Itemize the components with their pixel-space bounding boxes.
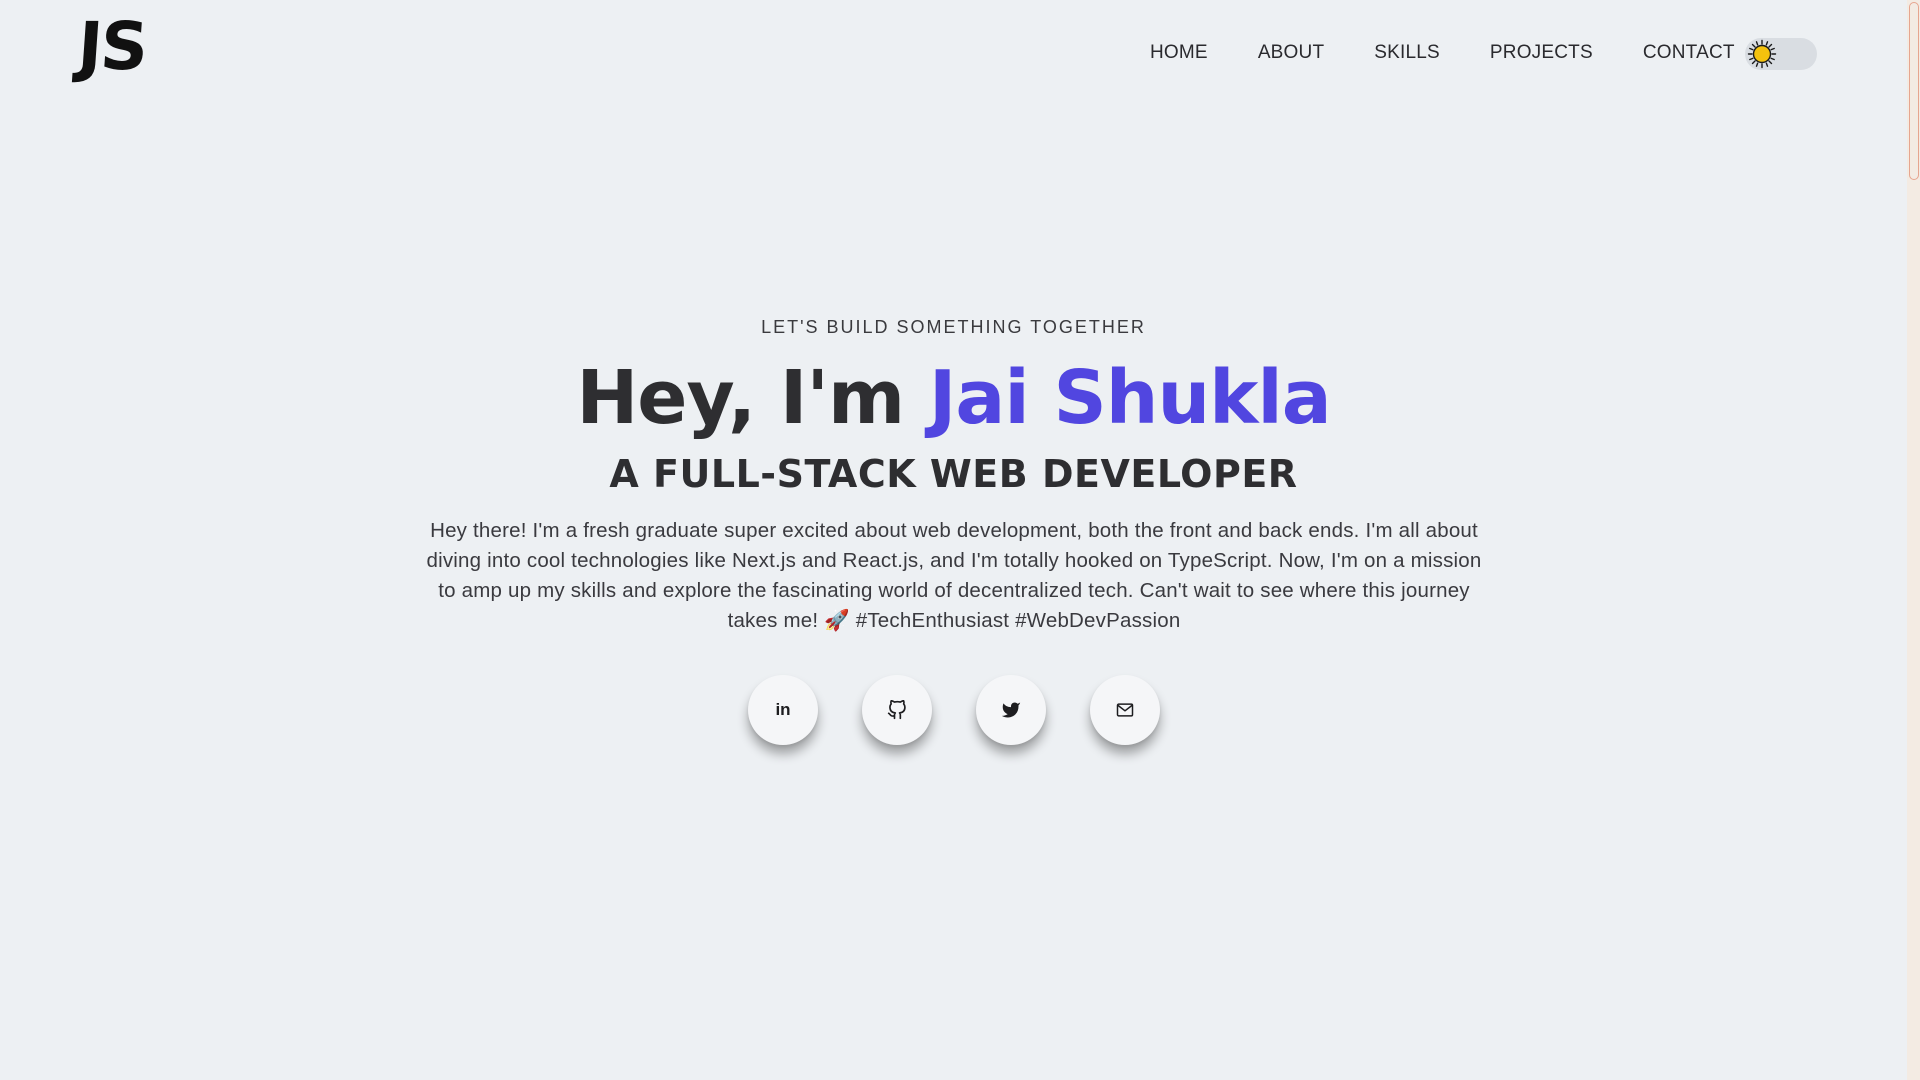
hero-greeting: Hey, I'm <box>576 355 929 441</box>
twitter-icon <box>1001 702 1021 718</box>
twitter-button[interactable] <box>976 675 1046 745</box>
hero-eyebrow: LET'S BUILD SOMETHING TOGETHER <box>761 317 1146 337</box>
hero-name: Jai Shukla <box>928 355 1332 441</box>
hero-intro: Hey there! I'm a fresh graduate super ex… <box>426 519 1482 632</box>
nav-projects[interactable]: PROJECTS <box>1490 42 1593 64</box>
github-button[interactable] <box>862 675 932 745</box>
linkedin-button[interactable]: in <box>748 675 818 745</box>
hero-role: A FULL-STACK WEB DEVELOPER <box>609 452 1298 496</box>
main-nav: HOME ABOUT SKILLS PROJECTS CONTACT <box>1150 36 1817 70</box>
linkedin-icon: in <box>775 700 791 719</box>
nav-contact[interactable]: CONTACT <box>1643 42 1735 64</box>
nav-about[interactable]: ABOUT <box>1258 42 1324 64</box>
mail-icon <box>1116 703 1134 717</box>
theme-toggle[interactable] <box>1744 38 1817 70</box>
hero-headline: Hey, I'm Jai Shukla <box>0 355 1907 441</box>
scrollbar-track[interactable] <box>1907 0 1920 1080</box>
nav-home[interactable]: HOME <box>1150 42 1208 64</box>
email-button[interactable] <box>1090 675 1160 745</box>
page: JS HOME ABOUT SKILLS PROJECTS CONTACT LE… <box>0 0 1920 1080</box>
scrollbar-thumb[interactable] <box>1909 2 1919 180</box>
logo[interactable]: JS <box>75 8 148 85</box>
sun-icon <box>1747 39 1776 69</box>
github-icon <box>887 700 906 720</box>
nav-skills[interactable]: SKILLS <box>1374 42 1440 64</box>
social-links: in <box>748 675 1160 745</box>
